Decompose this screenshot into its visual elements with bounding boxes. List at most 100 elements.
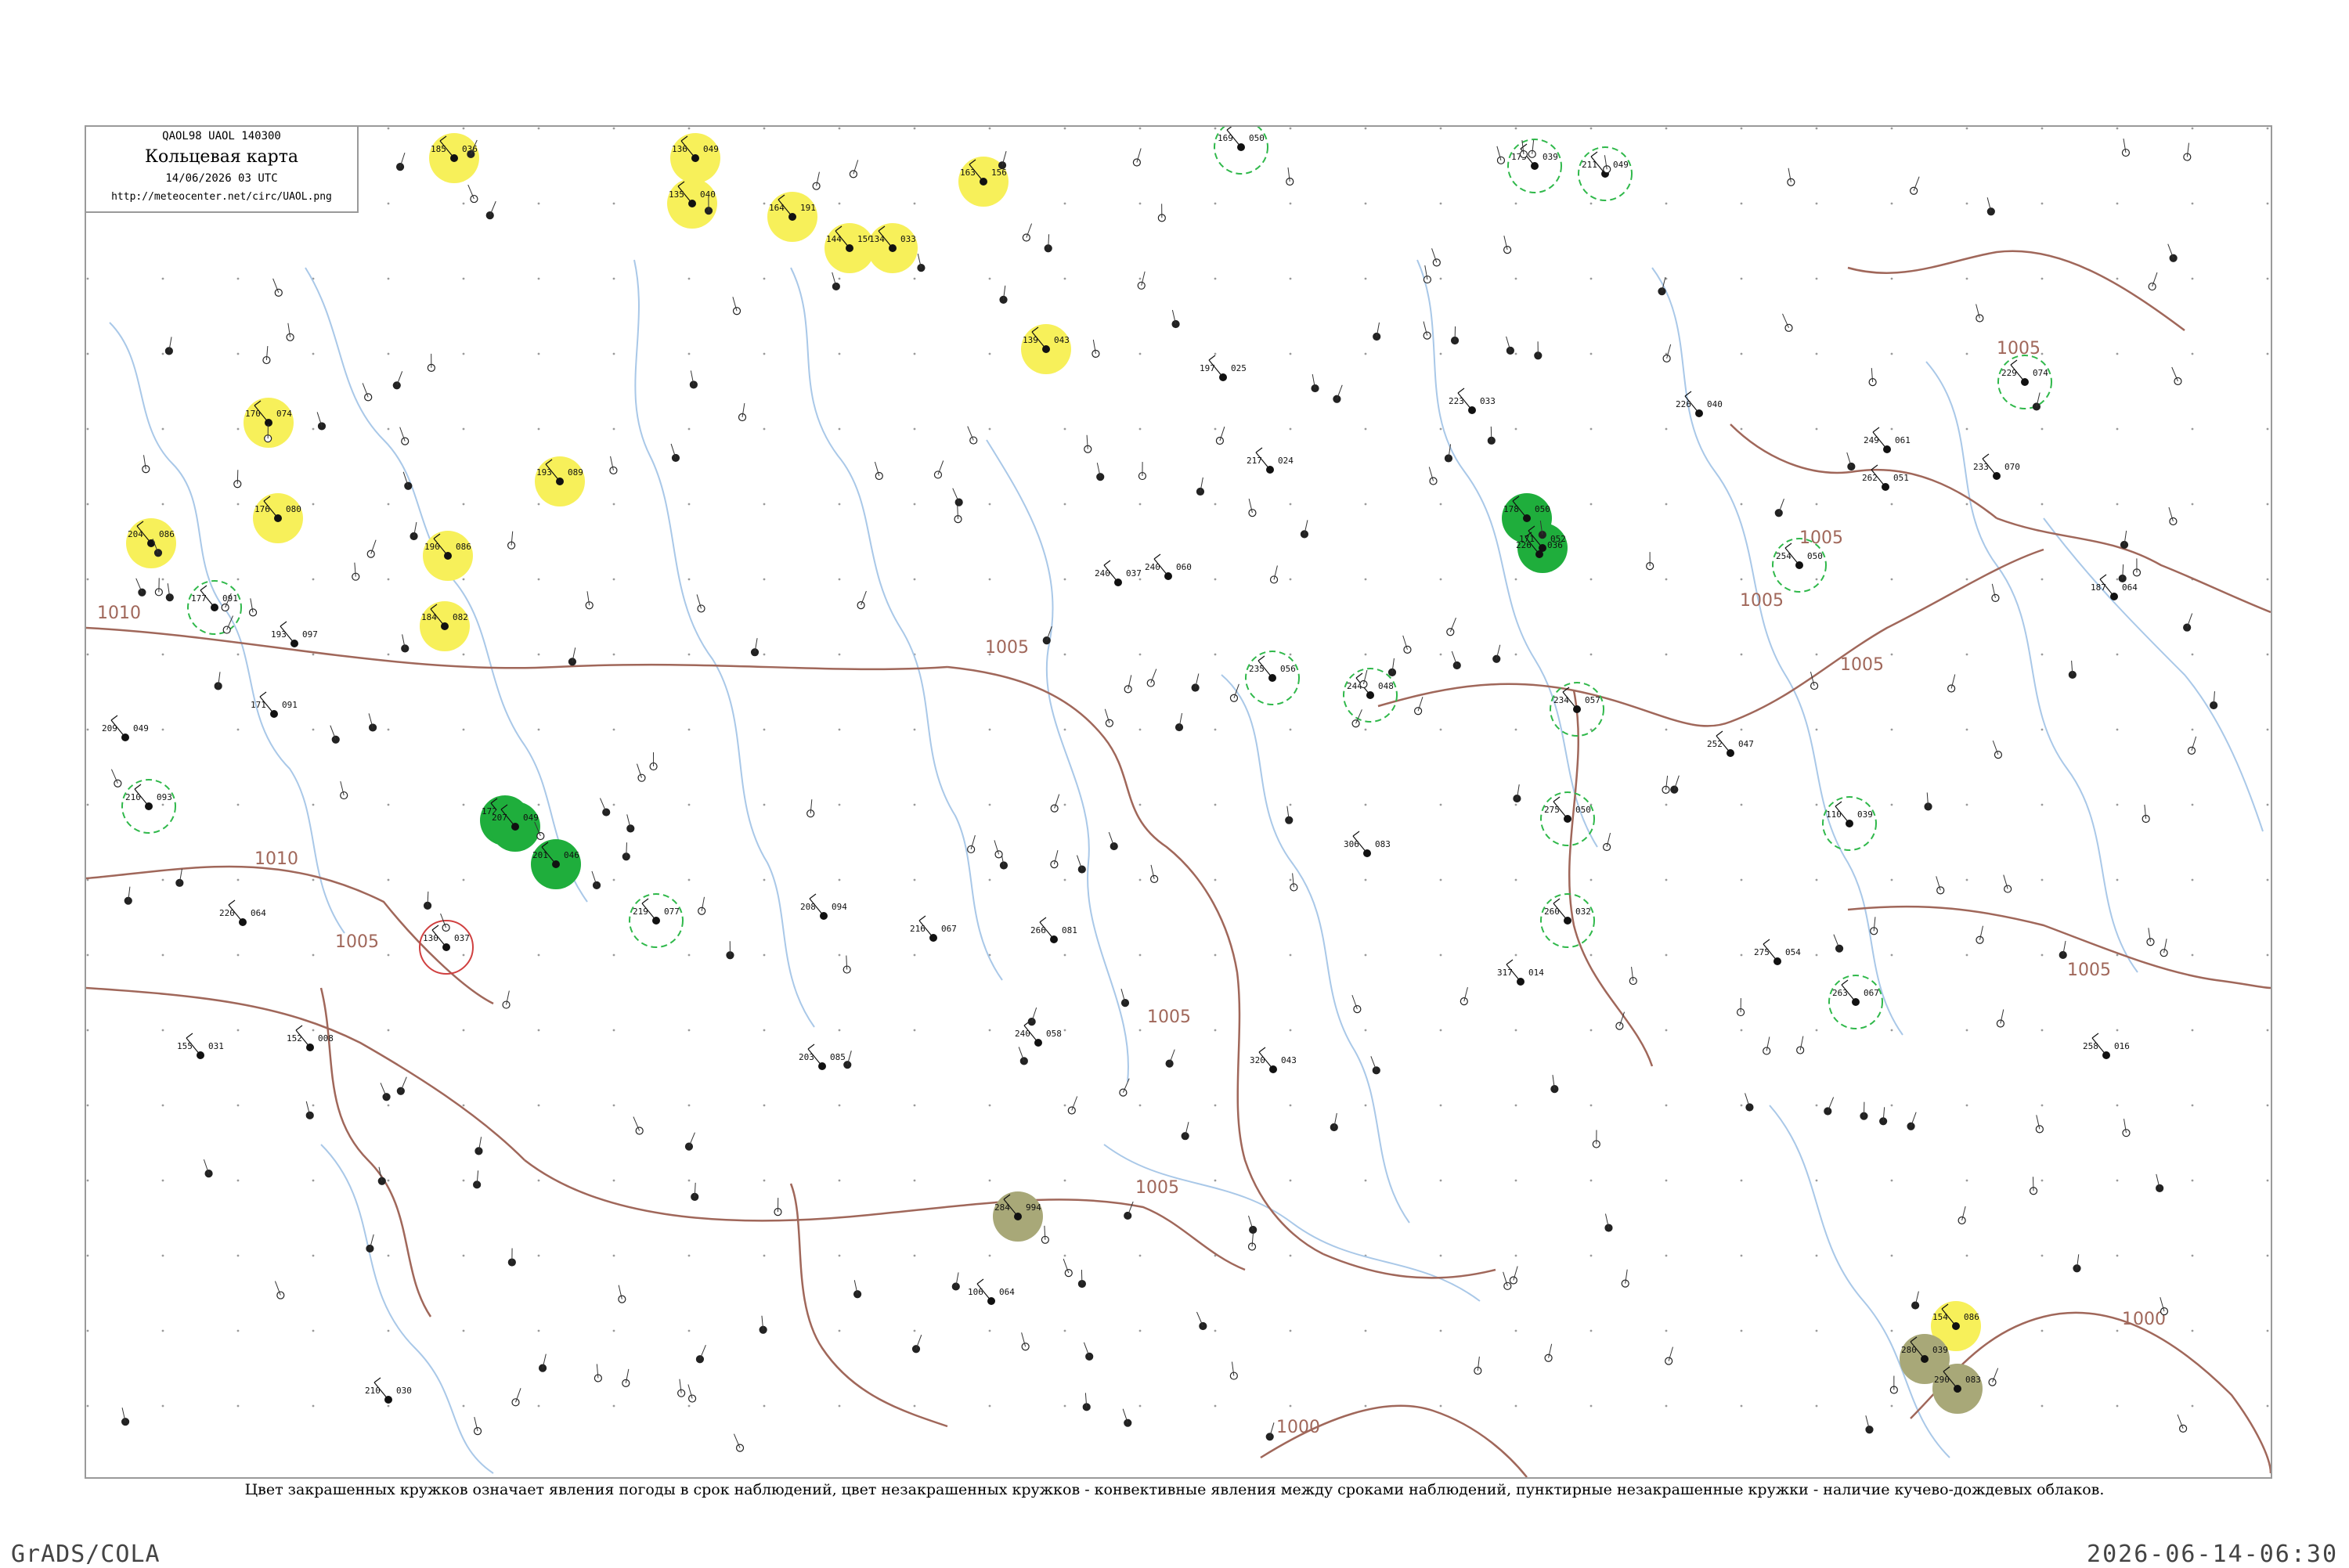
station-pressure: 032	[1575, 907, 1591, 917]
wind-barb-icon	[237, 470, 238, 484]
station-temperature: 280	[1901, 1345, 1917, 1355]
station-temperature: 249	[1864, 435, 1879, 445]
station-pressure: 056	[1280, 664, 1296, 674]
station-temperature: 136	[672, 144, 687, 154]
station-pressure: 074	[276, 409, 292, 419]
cloud-cover-icon	[402, 645, 409, 652]
map-frame: 1005100510051005100510051005100510051010…	[85, 125, 2272, 1479]
cloud-cover-icon	[467, 150, 474, 157]
station-plot: 135 040	[667, 178, 717, 229]
station-pressure: 086	[456, 542, 471, 552]
station-pressure: 067	[941, 924, 957, 934]
station-temperature: 144	[826, 234, 842, 244]
station-temperature: 226	[1676, 399, 1691, 409]
station-pressure: 081	[1062, 925, 1077, 935]
station-temperature: 110	[1826, 809, 1842, 820]
station-pressure: 050	[1249, 133, 1265, 143]
station-pressure: 093	[157, 792, 172, 802]
isobar-label: 1005	[985, 638, 1029, 658]
station-pressure: 050	[1575, 805, 1591, 815]
station-temperature: 216	[910, 924, 926, 934]
station-temperature: 201	[532, 850, 548, 860]
station-pressure: 043	[1054, 335, 1070, 345]
station-pressure: 086	[159, 529, 175, 539]
station-pressure: 064	[999, 1287, 1015, 1297]
station-pressure: 083	[1965, 1375, 1981, 1385]
station-pressure: 060	[1176, 562, 1192, 572]
cloud-cover-icon	[397, 164, 404, 171]
station-temperature: 211	[1582, 160, 1597, 170]
station-plot: 204086	[126, 518, 176, 568]
source-url[interactable]: http://meteocenter.net/circ/UAOL.png	[86, 191, 357, 203]
station-pressure: 091	[282, 700, 298, 710]
station-plot: 184082	[420, 601, 470, 651]
station-pressure: 050	[1807, 551, 1823, 561]
station-temperature: 234	[1553, 695, 1569, 705]
station-pressure: 047	[1738, 739, 1754, 749]
station-temperature: 207	[492, 813, 507, 823]
station-pressure: 083	[1375, 839, 1391, 849]
station-temperature: 106	[968, 1287, 983, 1297]
station-pressure: 043	[1281, 1055, 1297, 1065]
station-pressure: 033	[900, 234, 916, 244]
station-pressure: 191	[800, 203, 816, 213]
station-temperature: 254	[1776, 551, 1792, 561]
wind-barb-icon	[1491, 427, 1492, 441]
station-pressure: 037	[454, 933, 470, 943]
station-temperature: 154	[1932, 1312, 1948, 1322]
wind-barb-icon	[626, 842, 627, 856]
station-temperature: 275	[1544, 805, 1560, 815]
station-temperature: 135	[669, 189, 684, 200]
station-pressure: 067	[1864, 988, 1879, 998]
cloud-cover-icon	[1000, 862, 1007, 869]
station-pressure: 014	[1528, 968, 1544, 978]
station-pressure: 030	[396, 1386, 412, 1396]
station-pressure: 061	[1895, 435, 1911, 445]
station-pressure: 077	[664, 907, 680, 917]
station-temperature: 210	[365, 1386, 381, 1396]
cloud-cover-icon	[2122, 150, 2129, 157]
station-temperature: 263	[1832, 988, 1848, 998]
cloud-cover-icon	[1665, 1357, 1672, 1364]
station-pressure: 046	[564, 850, 579, 860]
station-pressure: 024	[1278, 456, 1294, 466]
station-temperature: 275	[1754, 947, 1770, 957]
station-plot: 164191	[767, 192, 817, 242]
isobar-label: 1005	[1740, 591, 1784, 611]
station-temperature: 266	[1030, 925, 1046, 935]
station-temperature: 258	[2083, 1041, 2098, 1051]
isobar-label: 1010	[254, 849, 298, 869]
cloud-cover-icon	[1078, 866, 1085, 873]
cloud-cover-icon	[1138, 282, 1145, 289]
station-temperature: 193	[271, 629, 287, 640]
station-temperature: 208	[800, 902, 816, 912]
station-pressure: 031	[208, 1041, 224, 1051]
station-temperature: 240	[1095, 568, 1110, 579]
station-temperature: 262	[1862, 473, 1878, 483]
isobar-label: 1005	[1135, 1178, 1179, 1198]
station-temperature: 193	[536, 467, 552, 478]
cloud-cover-icon	[402, 438, 409, 445]
cloud-cover-icon	[397, 1087, 404, 1094]
station-temperature: 219	[633, 907, 648, 917]
station-pressure: 040	[700, 189, 716, 200]
station-pressure: 082	[453, 612, 468, 622]
station-temperature: 190	[424, 542, 440, 552]
station-pressure: 049	[703, 144, 719, 154]
station-temperature: 163	[960, 168, 976, 178]
station-temperature: 139	[1023, 335, 1038, 345]
synoptic-map: 1005100510051005100510051005100510051010…	[86, 127, 2271, 1477]
station-temperature: 320	[1250, 1055, 1265, 1065]
isobar-label: 1005	[1997, 339, 2040, 359]
station-pressure: 097	[302, 629, 318, 640]
station-temperature: 217	[1247, 456, 1262, 466]
station-temperature: 134	[869, 234, 885, 244]
station-pressure: 025	[1231, 363, 1247, 373]
station-pressure: 033	[1480, 396, 1496, 406]
station-plot: 193 089	[535, 456, 585, 506]
station-pressure: 048	[1378, 681, 1394, 691]
station-plot: 144150	[824, 223, 875, 273]
station-pressure: 089	[568, 467, 583, 478]
station-plot: 290083	[1932, 1364, 1983, 1414]
station-temperature: 210	[125, 792, 141, 802]
